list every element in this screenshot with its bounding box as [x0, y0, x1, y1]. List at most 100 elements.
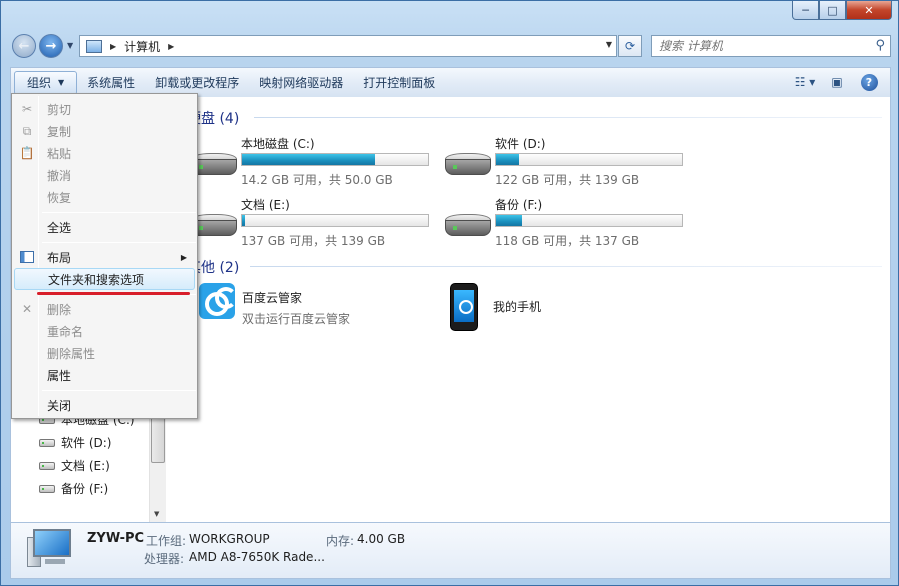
- menu-item-select-all[interactable]: 全选: [14, 216, 195, 238]
- drive-name: 软件 (D:): [495, 137, 546, 151]
- search-box[interactable]: ⚲: [651, 35, 891, 57]
- phone-icon: [450, 283, 478, 331]
- menu-item-paste[interactable]: 📋 粘贴: [14, 142, 195, 164]
- menu-separator: [42, 212, 196, 213]
- drive-free-space: 122 GB 可用，共 139 GB: [495, 173, 640, 187]
- paste-icon: 📋: [19, 146, 35, 160]
- recent-pages-dropdown[interactable]: ▼: [67, 41, 73, 50]
- computer-name: ZYW-PC: [87, 531, 145, 546]
- maximize-button[interactable]: □: [819, 1, 846, 20]
- organize-button[interactable]: 组织 ▼: [14, 70, 78, 95]
- drive-name: 文档 (E:): [241, 198, 290, 212]
- scrollbar-thumb[interactable]: [151, 417, 165, 463]
- minimize-button[interactable]: ─: [792, 1, 819, 20]
- nav-item-drive-f[interactable]: 备份 (F:): [39, 480, 108, 497]
- address-dropdown-icon[interactable]: ▼: [606, 40, 612, 49]
- drive-icon: [39, 461, 55, 470]
- preview-pane-icon: ▣: [831, 75, 843, 89]
- uninstall-program-button[interactable]: 卸载或更改程序: [145, 71, 249, 95]
- forward-button[interactable]: →: [39, 34, 63, 58]
- drive-free-space: 118 GB 可用，共 137 GB: [495, 234, 640, 248]
- organize-menu: ✂ 剪切 ⧉ 复制 📋 粘贴 撤消 恢复 全选 布局 ▶ 文件夹和搜索选项 ✕ 删除 重命…: [11, 93, 198, 419]
- drive-usage-bar: [495, 214, 683, 227]
- drive-usage-fill: [242, 215, 245, 226]
- back-button[interactable]: ←: [12, 34, 36, 58]
- menu-item-remove-properties[interactable]: 删除属性: [14, 342, 195, 364]
- organize-label: 组织: [27, 76, 52, 90]
- drive-icon: [39, 484, 55, 493]
- menu-item-label: 恢复: [47, 190, 72, 205]
- my-phone-item[interactable]: 我的手机: [450, 283, 541, 331]
- item-description: 双击运行百度云管家: [242, 312, 351, 326]
- group-divider: [250, 266, 882, 267]
- drive-name: 备份 (F:): [495, 198, 543, 212]
- memory-label: 内存:: [326, 534, 355, 548]
- drive-tile-d[interactable]: 软件 (D:) 122 GB 可用，共 139 GB: [443, 135, 703, 191]
- nav-item-drive-d[interactable]: 软件 (D:): [39, 434, 111, 451]
- nav-item-drive-e[interactable]: 文档 (E:): [39, 457, 110, 474]
- drive-tile-e[interactable]: 文档 (E:) 137 GB 可用，共 139 GB: [189, 196, 449, 252]
- menu-item-cut[interactable]: ✂ 剪切: [14, 98, 195, 120]
- menu-item-label: 复制: [47, 124, 72, 139]
- scroll-down-icon[interactable]: ▼: [154, 510, 159, 518]
- breadcrumb-computer[interactable]: 计算机: [124, 38, 160, 55]
- baidu-cloud-icon: [199, 283, 235, 319]
- nav-item-label: 备份 (F:): [61, 482, 109, 496]
- menu-item-redo[interactable]: 恢复: [14, 186, 195, 208]
- address-bar[interactable]: ▶ 计算机 ▶ ▼: [79, 35, 617, 57]
- submenu-arrow-icon: ▶: [180, 252, 187, 262]
- forward-arrow-icon: →: [45, 38, 57, 54]
- change-view-button[interactable]: ☷ ▾: [794, 71, 816, 93]
- preview-pane-button[interactable]: ▣: [826, 71, 848, 93]
- menu-item-close[interactable]: 关闭: [14, 394, 195, 416]
- delete-icon: ✕: [21, 302, 33, 316]
- drive-usage-bar: [241, 153, 429, 166]
- drive-free-space: 137 GB 可用，共 139 GB: [241, 234, 386, 248]
- menu-item-label: 删除: [47, 302, 72, 317]
- copy-icon: ⧉: [22, 123, 32, 138]
- explorer-window: ─ □ ✕ ← → ▼ ▶ 计算机 ▶ ▼ ⟳ ⚲ 组织 ▼ 系统属性 卸载或更改…: [0, 0, 899, 586]
- menu-item-delete[interactable]: ✕ 删除: [14, 298, 195, 320]
- breadcrumb-separator-icon[interactable]: ▶: [168, 42, 174, 51]
- drive-usage-fill: [496, 154, 519, 165]
- map-network-drive-button[interactable]: 映射网络驱动器: [249, 71, 353, 95]
- menu-item-layout[interactable]: 布局 ▶: [14, 246, 195, 268]
- menu-item-undo[interactable]: 撤消: [14, 164, 195, 186]
- drive-usage-fill: [242, 154, 376, 165]
- breadcrumb-separator-icon[interactable]: ▶: [110, 42, 116, 51]
- menu-item-label: 文件夹和搜索选项: [48, 272, 145, 287]
- system-properties-button[interactable]: 系统属性: [77, 71, 145, 95]
- scissors-icon: ✂: [21, 102, 33, 116]
- item-text: 百度云管家 双击运行百度云管家: [242, 289, 350, 327]
- menu-item-label: 全选: [47, 220, 72, 235]
- details-pane: ZYW-PC 工作组: WORKGROUP 内存: 4.00 GB 处理器: A…: [10, 522, 891, 579]
- workgroup-value: WORKGROUP: [189, 532, 270, 546]
- computer-icon: [27, 529, 73, 569]
- drive-usage-bar: [495, 153, 683, 166]
- hard-drive-icon: [445, 153, 491, 177]
- refresh-button[interactable]: ⟳: [618, 35, 642, 57]
- computer-icon: [86, 39, 102, 53]
- search-input[interactable]: [659, 39, 859, 53]
- memory-value: 4.00 GB: [357, 532, 406, 546]
- caption-buttons: ─ □ ✕: [792, 1, 892, 20]
- nav-item-label: 软件 (D:): [61, 436, 112, 450]
- help-button[interactable]: ?: [858, 71, 880, 93]
- processor-value: AMD A8-7650K Rade...: [189, 550, 325, 564]
- menu-item-label: 属性: [47, 368, 72, 383]
- toolbar-right: ☷ ▾ ▣ ?: [794, 71, 880, 93]
- drive-usage-bar: [241, 214, 429, 227]
- layout-icon: [20, 250, 34, 264]
- drive-tile-f[interactable]: 备份 (F:) 118 GB 可用，共 137 GB: [443, 196, 703, 252]
- menu-item-label: 撤消: [47, 168, 72, 183]
- drive-tile-c[interactable]: 本地磁盘 (C:) 14.2 GB 可用，共 50.0 GB: [189, 135, 449, 191]
- hard-drive-icon: [445, 214, 491, 238]
- menu-item-rename[interactable]: 重命名: [14, 320, 195, 342]
- close-button[interactable]: ✕: [846, 1, 892, 20]
- baidu-cloud-item[interactable]: 百度云管家 双击运行百度云管家: [199, 283, 350, 327]
- search-icon[interactable]: ⚲: [875, 38, 885, 53]
- open-control-panel-button[interactable]: 打开控制面板: [353, 71, 445, 95]
- menu-item-properties[interactable]: 属性: [14, 364, 195, 386]
- menu-item-copy[interactable]: ⧉ 复制: [14, 120, 195, 142]
- menu-item-folder-search-options[interactable]: 文件夹和搜索选项: [14, 268, 195, 290]
